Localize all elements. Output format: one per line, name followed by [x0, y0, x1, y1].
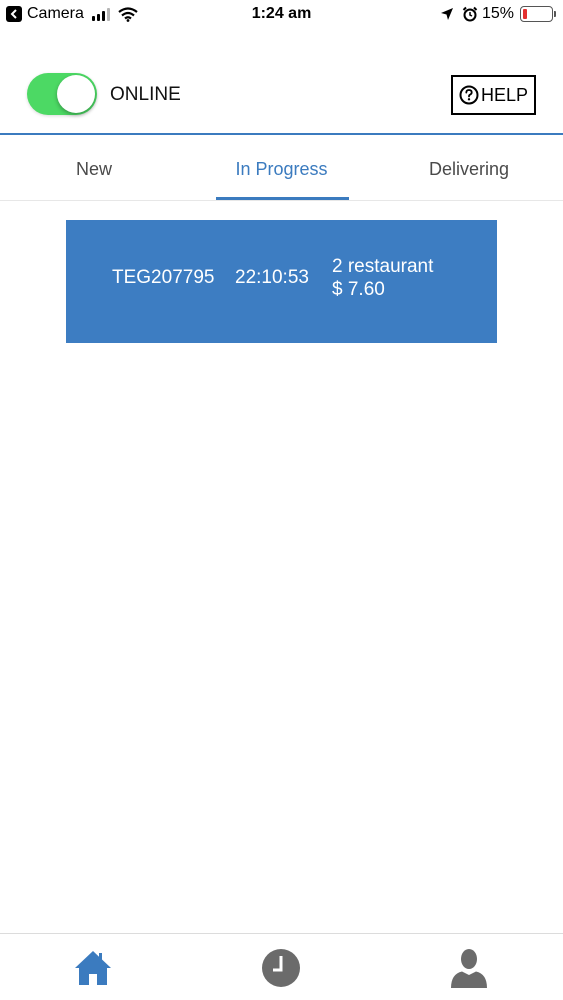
toggle-knob	[57, 75, 95, 113]
user-icon	[451, 948, 487, 988]
tab-delivering[interactable]: Delivering	[375, 137, 563, 201]
help-button[interactable]: HELP	[451, 75, 536, 115]
order-restaurant-count: 2 restaurant	[332, 256, 434, 277]
status-bar-right: 15%	[440, 4, 556, 24]
location-arrow-icon	[440, 8, 453, 20]
help-label: HELP	[480, 85, 529, 105]
online-toggle[interactable]	[27, 73, 97, 115]
nav-history-button[interactable]	[221, 934, 341, 1000]
nav-home-button[interactable]	[33, 934, 153, 1000]
bottom-nav	[0, 933, 563, 1000]
tab-in-progress[interactable]: In Progress	[188, 137, 375, 201]
order-price: $ 7.60	[332, 279, 385, 300]
nav-profile-button[interactable]	[409, 934, 529, 1000]
active-tab-indicator	[216, 197, 349, 200]
battery-percent: 15%	[481, 5, 514, 22]
order-time: 22:10:53	[235, 267, 309, 288]
header: ONLINE HELP	[0, 62, 563, 134]
battery-level	[523, 9, 528, 19]
tab-bar: New In Progress Delivering	[0, 137, 563, 201]
order-card[interactable]: TEG207795 22:10:53 2 restaurant $ 7.60	[66, 220, 497, 343]
tab-new[interactable]: New	[0, 137, 188, 201]
clock-icon	[262, 948, 300, 987]
home-icon	[75, 950, 111, 985]
alarm-icon	[462, 6, 478, 22]
order-id: TEG207795	[112, 267, 215, 288]
online-label: ONLINE	[110, 84, 181, 105]
status-bar: Camera 1:24 am 15%	[0, 0, 563, 30]
question-circle-icon	[459, 85, 479, 105]
header-divider	[0, 133, 563, 135]
battery-icon	[520, 6, 556, 22]
